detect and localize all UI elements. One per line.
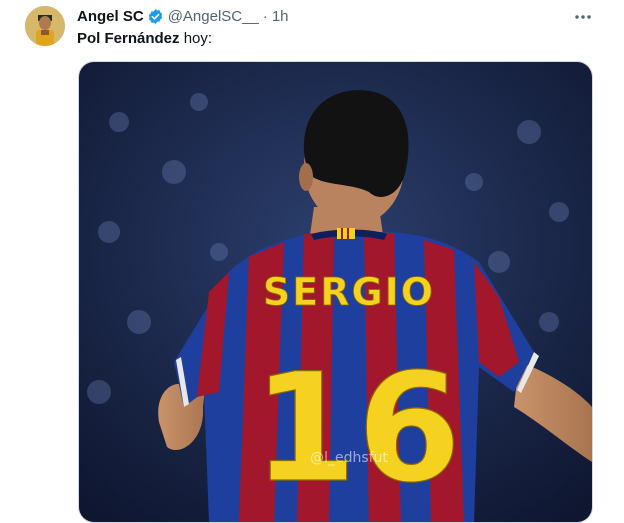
jersey-number-text: 16 bbox=[253, 342, 462, 516]
author-name[interactable]: Angel SC bbox=[77, 8, 144, 25]
tweet[interactable]: Angel SC @AngelSC__ · 1h Pol Fernández h… bbox=[0, 0, 624, 523]
separator-dot: · bbox=[262, 7, 268, 25]
tweet-text: Pol Fernández hoy: bbox=[77, 29, 212, 49]
more-options-icon[interactable] bbox=[572, 8, 594, 26]
avatar-image bbox=[25, 6, 65, 46]
avatar[interactable] bbox=[25, 6, 65, 46]
author-handle[interactable]: @AngelSC__ bbox=[168, 8, 259, 25]
jersey-name-text: SERGIO bbox=[263, 270, 435, 314]
tweet-header: Angel SC @AngelSC__ · 1h bbox=[77, 6, 289, 26]
verified-badge-icon bbox=[147, 8, 164, 25]
tweet-text-mention: Pol Fernández bbox=[77, 30, 180, 47]
tweet-media-video[interactable]: SERGIO 16 @l_edhsfut bbox=[78, 61, 593, 523]
tweet-timestamp[interactable]: 1h bbox=[272, 8, 289, 25]
video-frame: SERGIO 16 @l_edhsfut bbox=[79, 62, 592, 522]
video-watermark: @l_edhsfut bbox=[310, 450, 388, 466]
tweet-text-rest: hoy: bbox=[179, 30, 213, 47]
